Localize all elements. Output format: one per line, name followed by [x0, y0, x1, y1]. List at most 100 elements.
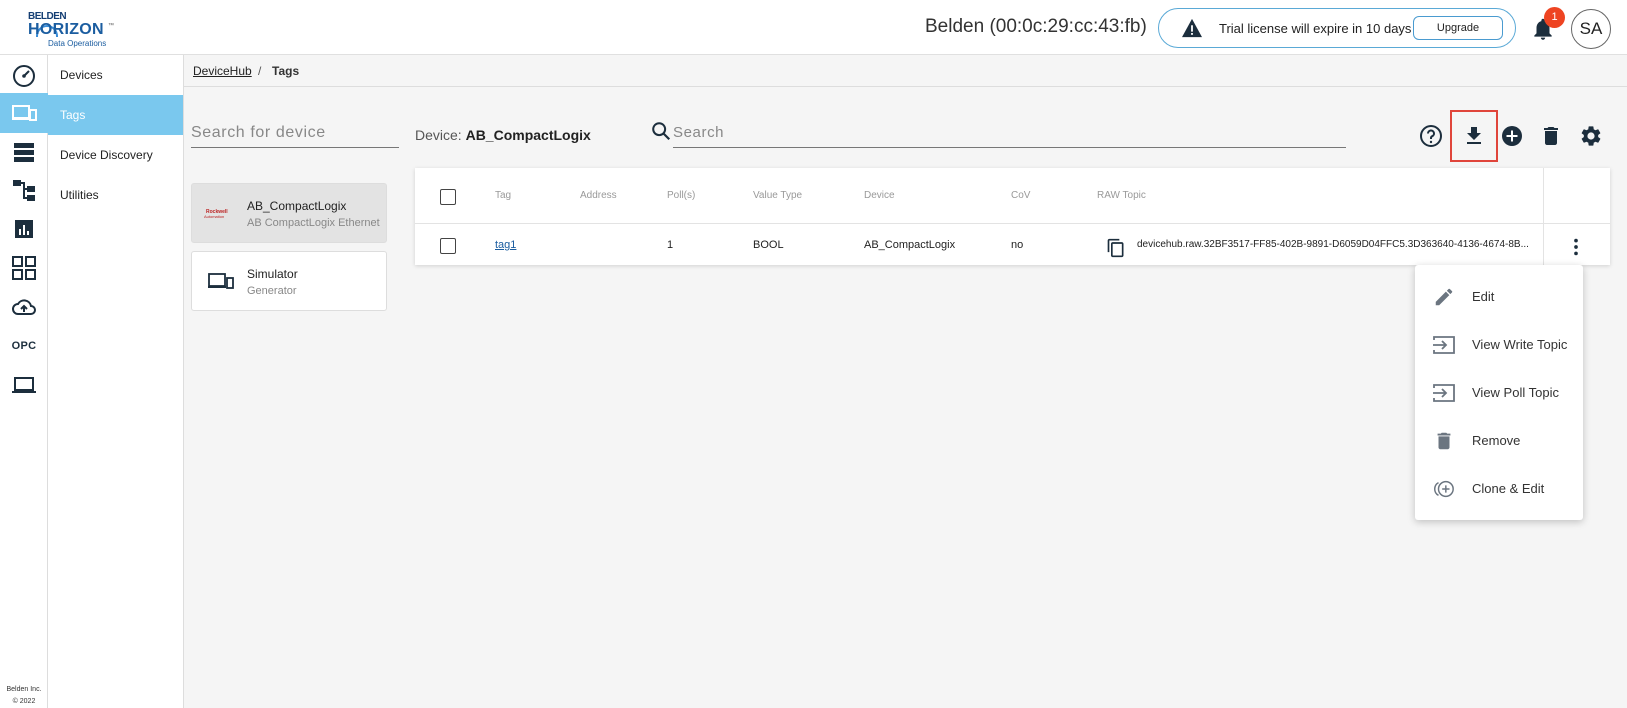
trial-license-banner: Trial license will expire in 10 days Upg…: [1158, 8, 1516, 48]
copyright-footer: Belden Inc. © 2022: [0, 684, 48, 708]
tag-link[interactable]: tag1: [495, 239, 516, 251]
device-search-input[interactable]: [191, 118, 399, 148]
cell-cov: no: [1011, 239, 1024, 251]
notification-count-badge: 1: [1544, 7, 1565, 28]
breadcrumb-devicehub-link[interactable]: DeviceHub: [193, 64, 252, 78]
tags-table: Tag Address Poll(s) Value Type Device Co…: [415, 168, 1610, 265]
devices-icon: [208, 273, 234, 289]
devices-icon: [12, 105, 37, 121]
device-label-name: AB_CompactLogix: [465, 127, 591, 143]
add-icon[interactable]: [1500, 124, 1524, 148]
side-navigation: Devices Tags Device Discovery Utilities: [48, 55, 184, 708]
trial-license-text: Trial license will expire in 10 days: [1219, 21, 1412, 36]
menu-item-edit[interactable]: Edit: [1415, 275, 1583, 319]
nav-item-label: Devices: [60, 68, 103, 82]
nav-item-utilities[interactable]: Utilities: [48, 175, 183, 215]
menu-item-view-poll-topic[interactable]: View Poll Topic: [1415, 371, 1583, 415]
column-header-tag[interactable]: Tag: [495, 190, 511, 201]
input-arrow-icon: [1433, 336, 1455, 354]
cell-device: AB_CompactLogix: [864, 239, 956, 251]
logo-product: HORIZON: [28, 21, 104, 38]
rail-dashboard[interactable]: [0, 55, 48, 95]
column-header-raw-topic[interactable]: RAW Topic: [1097, 190, 1146, 201]
nav-item-tags[interactable]: Tags: [48, 95, 183, 135]
menu-item-label: Clone & Edit: [1472, 481, 1545, 496]
logo-line-2: Automation: [204, 214, 225, 219]
rail-storage[interactable]: [0, 132, 48, 172]
cell-value-type: BOOL: [753, 239, 784, 251]
device-id-title: Belden (00:0c:29:cc:43:fb): [925, 16, 1147, 37]
analytics-icon: [15, 220, 33, 238]
opc-label: OPC: [11, 340, 37, 352]
column-header-address[interactable]: Address: [580, 190, 617, 201]
tag-search-input[interactable]: [673, 118, 1346, 148]
trash-icon: [1437, 432, 1451, 450]
upgrade-button[interactable]: Upgrade: [1413, 16, 1503, 40]
top-header: BELDEN HORIZON ™ Data Operations Belden …: [0, 0, 1627, 55]
rockwell-automation-logo: Rockwell Automation: [204, 209, 234, 219]
search-icon: [652, 122, 671, 141]
pencil-icon: [1435, 288, 1453, 306]
rail-hierarchy[interactable]: [0, 170, 48, 210]
column-header-poll[interactable]: Poll(s): [667, 190, 695, 201]
cell-raw-topic: devicehub.raw.32BF3517-FF85-402B-9891-D6…: [1137, 239, 1529, 250]
device-name: Simulator: [247, 267, 298, 281]
delete-icon[interactable]: [1539, 124, 1563, 148]
logo-trademark: ™: [108, 23, 114, 29]
select-all-checkbox[interactable]: [440, 189, 456, 205]
nav-item-label: Device Discovery: [60, 148, 153, 162]
actions-column-divider: [1543, 168, 1544, 265]
menu-item-remove[interactable]: Remove: [1415, 419, 1583, 463]
menu-item-label: View Poll Topic: [1472, 385, 1559, 400]
nav-item-device-discovery[interactable]: Device Discovery: [48, 135, 183, 175]
apps-grid-icon: [12, 256, 36, 280]
icon-rail: OPC Belden Inc. © 2022: [0, 55, 48, 708]
cell-poll: 1: [667, 239, 674, 251]
download-icon[interactable]: [1462, 124, 1486, 148]
device-subtitle: Generator: [247, 285, 297, 297]
warning-icon: [1182, 18, 1202, 38]
column-header-value-type[interactable]: Value Type: [753, 190, 802, 201]
table-row-divider: [415, 223, 1610, 224]
input-arrow-icon: [1433, 384, 1455, 402]
clone-add-icon: [1434, 480, 1454, 498]
copy-icon[interactable]: [1106, 238, 1126, 258]
menu-item-view-write-topic[interactable]: View Write Topic: [1415, 323, 1583, 367]
menu-item-clone-edit[interactable]: Clone & Edit: [1415, 467, 1583, 511]
menu-item-label: Remove: [1472, 433, 1521, 448]
selected-device-label: Device: AB_CompactLogix: [415, 127, 591, 143]
copyright-company: Belden Inc.: [6, 686, 42, 693]
help-icon[interactable]: [1419, 124, 1443, 148]
storage-icon: [14, 143, 34, 162]
rail-cloud[interactable]: [0, 287, 48, 327]
row-checkbox[interactable]: [440, 238, 456, 254]
breadcrumb-current: Tags: [272, 64, 300, 78]
rail-analytics[interactable]: [0, 209, 48, 249]
device-subtitle: AB CompactLogix Ethernet: [247, 217, 380, 229]
row-context-menu: Edit View Write Topic View Poll Topic Re…: [1415, 265, 1583, 520]
user-avatar[interactable]: SA: [1571, 9, 1611, 49]
breadcrumb: DeviceHub / Tags: [184, 55, 1627, 87]
breadcrumb-separator: /: [258, 64, 262, 78]
belden-horizon-logo[interactable]: BELDEN HORIZON ™ Data Operations: [28, 11, 128, 49]
nav-item-label: Utilities: [60, 188, 99, 202]
column-header-cov[interactable]: CoV: [1011, 190, 1030, 201]
logo-subtitle: Data Operations: [48, 39, 107, 48]
device-card-ab-compactlogix[interactable]: Rockwell Automation AB_CompactLogix AB C…: [191, 183, 387, 243]
column-header-device[interactable]: Device: [864, 190, 895, 201]
device-label-prefix: Device:: [415, 127, 462, 143]
nav-item-label: Tags: [60, 108, 86, 122]
device-card-simulator[interactable]: Simulator Generator: [191, 251, 387, 311]
menu-item-label: Edit: [1472, 289, 1495, 304]
rail-laptop[interactable]: [0, 365, 48, 405]
rail-opc[interactable]: OPC: [0, 326, 48, 366]
copyright-year: © 2022: [12, 698, 36, 705]
nav-item-devices[interactable]: Devices: [48, 55, 183, 95]
rail-apps[interactable]: [0, 248, 48, 288]
menu-item-label: View Write Topic: [1472, 337, 1568, 352]
rail-devices[interactable]: [0, 93, 48, 133]
more-vertical-icon[interactable]: [1565, 236, 1587, 258]
settings-icon[interactable]: [1579, 124, 1603, 148]
hierarchy-icon: [13, 180, 35, 201]
device-name: AB_CompactLogix: [247, 199, 347, 213]
